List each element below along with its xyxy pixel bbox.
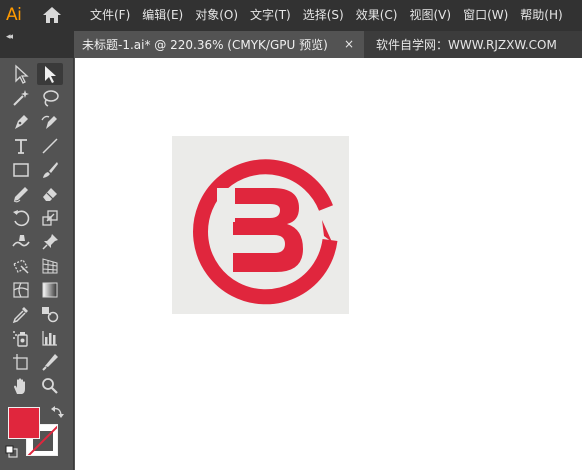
blend-tool[interactable] [37,303,63,325]
eraser-tool[interactable] [37,183,63,205]
artboard-icon [13,354,28,370]
rectangle-icon [13,163,29,177]
arrow-filled-icon [45,66,56,83]
mesh-tool[interactable] [8,279,34,301]
fill-swatch[interactable] [8,407,40,439]
arrow-outline-icon [15,64,29,84]
paintbrush-tool[interactable] [37,159,63,181]
paintbrush-icon [43,162,58,178]
collapse-toolbar-icon[interactable]: ◂◂ [6,32,13,42]
document-tab-title: 未标题-1.ai* @ 220.36% (CMYK/GPU 预览) [82,38,328,52]
warp-tool[interactable] [8,231,34,253]
mesh-icon [13,282,29,298]
artboard-canvas[interactable] [75,58,582,470]
menu-file[interactable]: 文件(F) [84,0,136,31]
lasso-icon [43,90,59,107]
menu-items: 文件(F) 编辑(E) 对象(O) 文字(T) 选择(S) 效果(C) 视图(V… [84,0,569,31]
line-tool[interactable] [37,135,63,157]
menu-view[interactable]: 视图(V) [403,0,457,31]
letter-b-circle-logo [172,136,349,314]
perspective-grid-icon [42,258,58,274]
gradient-tool[interactable] [37,279,63,301]
type-icon [15,139,27,154]
zoom-tool[interactable] [37,375,63,397]
gradient-icon [42,282,58,298]
document-tab-active[interactable]: 未标题-1.ai* @ 220.36% (CMYK/GPU 预览) × [74,31,364,58]
menu-type[interactable]: 文字(T) [244,0,297,31]
magic-wand-tool[interactable] [8,87,34,109]
document-tab-bar: ◂◂ 未标题-1.ai* @ 220.36% (CMYK/GPU 预览) × 软… [0,31,582,58]
perspective-grid-tool[interactable] [37,255,63,277]
menu-window[interactable]: 窗口(W) [457,0,514,31]
warp-icon [12,235,30,247]
knife-icon [42,354,58,371]
menu-select[interactable]: 选择(S) [297,0,350,31]
home-icon[interactable] [41,5,63,25]
zoom-icon [42,378,58,394]
lasso-tool[interactable] [37,87,63,109]
shaper-tool[interactable] [8,183,34,205]
document-tab-inactive[interactable]: 软件自学网：WWW.RJZXW.COM [364,31,582,58]
rectangle-tool[interactable] [8,159,34,181]
rotate-icon [13,210,30,227]
curvature-pen-icon [41,115,57,129]
app-logo: Ai [6,5,22,25]
menu-help[interactable]: 帮助(H) [514,0,568,31]
scale-tool[interactable] [37,207,63,229]
type-tool[interactable] [8,135,34,157]
pin-icon [42,234,58,250]
scale-icon [42,210,58,226]
pencil-icon [13,187,28,203]
toolbar-collapse-strip: ◂◂ [0,31,74,58]
close-tab-icon[interactable]: × [344,37,354,51]
hand-icon [14,378,25,394]
eyedropper-tool[interactable] [8,303,34,325]
artwork-image[interactable] [172,136,349,314]
curvature-tool[interactable] [37,111,63,133]
artboard-tool[interactable] [8,351,34,373]
free-transform-icon [13,259,29,274]
menu-object[interactable]: 对象(O) [189,0,244,31]
pen-icon [15,115,28,129]
swap-fill-stroke-icon[interactable] [50,404,64,418]
symbol-sprayer-icon [13,331,28,347]
hand-tool[interactable] [8,375,34,397]
rotate-tool[interactable] [8,207,34,229]
tools-panel [0,58,74,470]
eraser-icon [43,188,57,201]
slice-tool[interactable] [37,351,63,373]
selection-tool[interactable] [8,63,34,85]
column-graph-tool[interactable] [37,327,63,349]
free-transform-tool[interactable] [8,255,34,277]
illustrator-window: Ai 文件(F) 编辑(E) 对象(O) 文字(T) 选择(S) 效果(C) 视… [0,0,582,470]
column-graph-icon [42,331,57,346]
puppet-warp-tool[interactable] [37,231,63,253]
line-segment-icon [42,138,58,154]
eyedropper-icon [12,307,28,324]
pen-tool[interactable] [8,111,34,133]
menu-edit[interactable]: 编辑(E) [136,0,189,31]
magic-wand-icon [13,90,29,106]
watermark-tab-title: 软件自学网：WWW.RJZXW.COM [376,38,557,52]
direct-selection-tool[interactable] [37,63,63,85]
menu-bar: Ai 文件(F) 编辑(E) 对象(O) 文字(T) 选择(S) 效果(C) 视… [0,0,582,31]
default-fill-stroke-icon[interactable] [5,444,19,458]
symbol-sprayer-tool[interactable] [8,327,34,349]
menu-effect[interactable]: 效果(C) [350,0,404,31]
blend-icon [42,307,59,323]
